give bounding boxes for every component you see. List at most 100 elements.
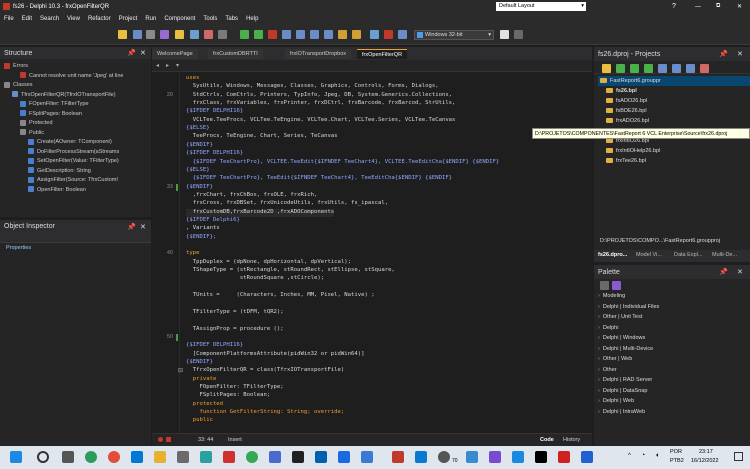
projects-tab[interactable]: fs26.dpro... [598,252,627,258]
close-icon[interactable]: ✕ [140,49,146,57]
trace-into-icon[interactable] [296,30,305,39]
profile-icon[interactable] [384,30,393,39]
minimize-icon[interactable]: — [695,4,701,10]
tree-item[interactable]: Public [0,129,151,139]
code-line[interactable]: {$IFDEF DELPHI16} [186,108,243,116]
collapse-icon[interactable] [686,64,695,73]
tree-item[interactable]: FOpenFilter: TFilterType [0,100,151,110]
tab-properties[interactable]: Properties [0,243,151,253]
view-icon[interactable] [514,30,523,39]
tree-item[interactable]: DoFilterProcessStream(aStreams [0,148,151,158]
breakpoint-icon[interactable] [158,437,163,442]
app-icon[interactable] [200,451,212,463]
teams-icon[interactable] [269,451,281,463]
stop-icon[interactable] [166,437,171,442]
code-line[interactable]: public [186,417,213,425]
code-line[interactable]: VCLTee.TeeProcs, VCLTee.TeEngine, VCLTee… [186,117,456,125]
palette-category[interactable]: › Delphi | DataSnap [598,386,750,397]
menu-item-refactor[interactable]: Refactor [88,16,111,22]
new-icon[interactable] [160,30,169,39]
app-icon[interactable] [361,451,373,463]
app-icon[interactable] [292,451,304,463]
platform-select[interactable]: Windows 32-bit ▾ [414,30,494,40]
menu-item-tools[interactable]: Tools [203,16,217,22]
open-icon[interactable] [118,30,127,39]
tree-item[interactable]: Cannot resolve unit name 'Jpeg' at line [0,72,151,82]
code-line[interactable]: {$IFDEF Delphi6} [186,217,240,225]
editor-tab[interactable]: frxCustomDBRTTI [208,49,263,59]
menu-item-run[interactable]: Run [145,16,156,22]
tray-chevron-icon[interactable]: ^ [628,453,631,459]
menu-item-search[interactable]: Search [40,16,59,22]
save-icon[interactable] [133,30,142,39]
code-line[interactable]: frxClass, frxVariables, frxPrinter, frxD… [186,100,456,108]
tree-item[interactable]: GetDescription: String [0,167,151,177]
network-icon[interactable]: ◔ [641,452,645,459]
menu-item-component[interactable]: Component [164,16,195,22]
palette-category[interactable]: › Delphi [598,323,750,334]
palette-category[interactable]: › Other | Unit Test [598,312,750,323]
menu-item-edit[interactable]: Edit [22,16,32,22]
task-view-icon[interactable] [62,451,74,463]
tree-item[interactable]: TfrxOpenFilterQR(TfrxIOTransportFile) [0,91,151,101]
close-icon[interactable]: ✕ [140,223,146,231]
search-icon[interactable] [600,281,609,290]
palette-category[interactable]: › Delphi | Multi-Device [598,344,750,355]
code-line[interactable]: [ComponentPlatformsAttribute(pidWin32 or… [186,351,365,359]
tree-item[interactable]: SetOpenFilter(Value: TFilterType) [0,157,151,167]
edge-icon[interactable] [85,451,97,463]
menu-item-project[interactable]: Project [119,16,138,22]
tree-item[interactable]: Errors [0,62,151,72]
code-line[interactable]: {$ENDIF} [186,359,213,367]
code-line[interactable]: {$IFDEF TeeChartPro}, VCLTEE.TeeEdit{$IF… [186,159,499,167]
app-icon[interactable] [535,451,547,463]
whatsapp-icon[interactable] [246,451,258,463]
pin-icon[interactable]: 📌 [719,50,728,58]
telegram-icon[interactable] [466,451,478,463]
word-icon[interactable] [315,451,327,463]
pin-icon[interactable]: 📌 [127,49,136,57]
code-line[interactable]: {$IFDEF DELPHI16} [186,342,243,350]
editor-tab[interactable]: WelcomePage [152,49,198,59]
code-line[interactable]: {$ELSE} [186,125,210,133]
palette-category[interactable]: › Delphi | Individual Files [598,302,750,313]
layout-select[interactable]: Default Layout ▾ [496,2,586,11]
projects-tab[interactable]: Data Expl... [674,252,702,258]
code-line[interactable]: protected [186,401,223,409]
code-line[interactable]: frxCross, frxDBSet, frxUnicodeUtils, frx… [186,200,388,208]
app-icon[interactable] [489,451,501,463]
code-line[interactable]: TUnits = (Characters, Inches, MM, Pixel,… [186,292,375,300]
close-icon[interactable]: ✕ [737,50,743,58]
app-icon[interactable] [581,451,593,463]
palette-category[interactable]: › Other | Web [598,354,750,365]
code-line[interactable]: private [186,376,217,384]
code-line[interactable]: TAssignProp = procedure (); [186,326,284,334]
projects-tab[interactable]: Model Vi... [636,252,662,258]
nav-right-icon[interactable]: ▸ [166,62,169,69]
fold-icon[interactable]: ⊟ [178,367,183,374]
start-icon[interactable] [10,451,22,463]
project-item[interactable]: fs26.bpl [598,86,750,96]
palette-filter-icon[interactable] [612,281,621,290]
code-line[interactable]: FOpenFilter: TFilterType; [186,384,283,392]
code-line[interactable]: FSplitPages: Boolean; [186,392,270,400]
app-icon[interactable] [438,451,450,463]
delphi-running-icon[interactable] [392,451,404,463]
inspector-combo[interactable] [0,233,151,243]
code-line[interactable]: {$ENDIF}; [186,234,216,242]
tree-item[interactable]: AssignFilter(Source: TfrxCustomI [0,176,151,186]
chrome-icon[interactable] [108,451,120,463]
step-over-icon[interactable] [282,30,291,39]
code-area[interactable]: uses SysUtils, Windows, Messages, Classe… [186,75,586,433]
expand-icon[interactable] [672,64,681,73]
code-line[interactable]: {$IFDEF DELPHI16} [186,150,243,158]
palette-category[interactable]: › Delphi | RAD Server [598,375,750,386]
palette-category[interactable]: › Delphi | Windows [598,333,750,344]
editor-tab[interactable]: frxIOTransportDropbox [285,49,352,59]
explorer-icon[interactable] [154,451,166,463]
menu-item-file[interactable]: File [4,16,14,22]
sync-icon[interactable] [630,64,639,73]
code-line[interactable]: TFilterType = (tDFM, tQR2); [186,309,284,317]
tree-item[interactable]: Classes [0,81,151,91]
device-preview-icon[interactable] [500,30,509,39]
